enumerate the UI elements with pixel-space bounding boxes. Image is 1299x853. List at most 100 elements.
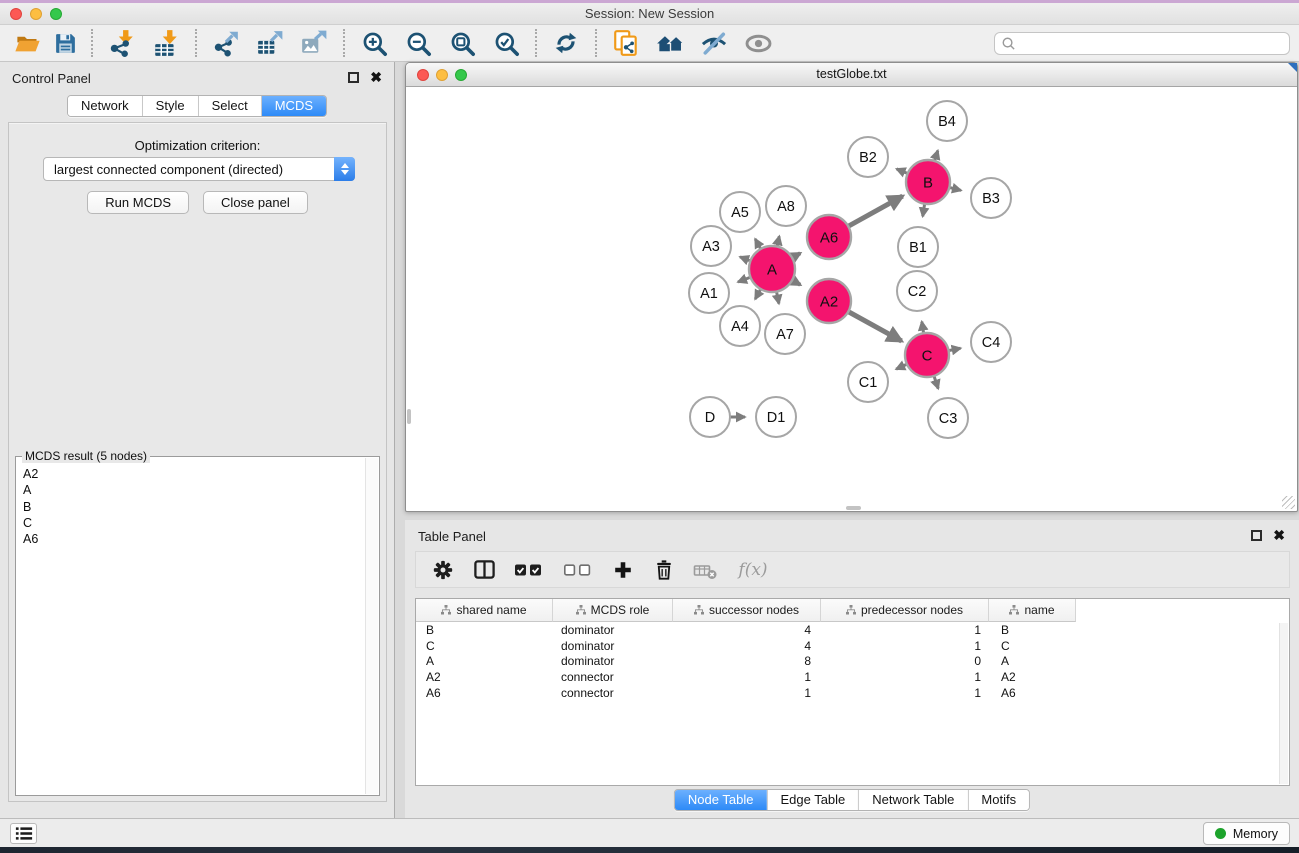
tab-edge-table[interactable]: Edge Table [766, 790, 858, 810]
import-table-button[interactable] [144, 27, 188, 59]
graph-node-A2[interactable]: A2 [807, 279, 851, 323]
graph-node-label: A [767, 261, 777, 278]
tab-network[interactable]: Network [68, 96, 142, 116]
close-panel-button[interactable]: Close panel [203, 191, 308, 214]
deselect-all-checkboxes-button[interactable] [561, 557, 595, 583]
maximize-window-button[interactable] [50, 8, 62, 20]
mcds-result-item[interactable]: B [23, 499, 372, 515]
column-header[interactable]: predecessor nodes [821, 599, 989, 622]
graph-node-A6[interactable]: A6 [807, 215, 851, 259]
tab-network-table[interactable]: Network Table [858, 790, 967, 810]
graph-node-A5[interactable]: A5 [720, 192, 760, 232]
network-close-button[interactable] [417, 69, 429, 81]
vertical-scroll-thumb[interactable] [407, 409, 411, 424]
table-settings-button[interactable] [430, 557, 456, 583]
hide-details-button[interactable] [692, 27, 736, 59]
export-table-icon [256, 29, 284, 57]
search-input[interactable] [1016, 37, 1283, 51]
graph-node-C[interactable]: C [905, 333, 949, 377]
graph-node-A4[interactable]: A4 [720, 306, 760, 346]
criterion-dropdown[interactable]: largest connected component (directed) [43, 157, 355, 181]
graph-node-B4[interactable]: B4 [927, 101, 967, 141]
close-panel-icon[interactable]: ✖ [370, 71, 382, 83]
save-session-button[interactable] [46, 27, 84, 59]
memory-button[interactable]: Memory [1203, 822, 1290, 845]
delete-column-button[interactable] [651, 557, 677, 583]
home-button[interactable] [648, 27, 692, 59]
network-graph[interactable]: B4 B2 B B3 A8A5 A6 A3 B1 A C2 A1 A2 A4A7 C4 C C1 D D1 C3 [406, 87, 1297, 511]
run-mcds-button[interactable]: Run MCDS [87, 191, 189, 214]
table-row[interactable]: A2connector11A2 [416, 669, 1289, 685]
delete-table-button[interactable] [692, 557, 718, 583]
column-type-icon [694, 605, 704, 615]
graph-node-C1[interactable]: C1 [848, 362, 888, 402]
graph-node-D1[interactable]: D1 [756, 397, 796, 437]
export-network-button[interactable] [204, 27, 248, 59]
resize-grip-icon[interactable] [1282, 496, 1295, 509]
table-row[interactable]: Adominator80A [416, 654, 1289, 670]
graph-node-D[interactable]: D [690, 397, 730, 437]
graph-node-B[interactable]: B [906, 160, 950, 204]
table-scrollbar[interactable] [1279, 623, 1288, 784]
open-session-button[interactable] [8, 27, 46, 59]
header-filler [1076, 599, 1289, 622]
clone-network-button[interactable] [604, 27, 648, 59]
toggle-columns-button[interactable] [471, 557, 497, 583]
network-minimize-button[interactable] [436, 69, 448, 81]
horizontal-scroll-thumb[interactable] [846, 506, 861, 510]
tab-select[interactable]: Select [198, 96, 261, 116]
zoom-out-button[interactable] [396, 27, 440, 59]
mcds-result-item[interactable]: A2 [23, 466, 372, 482]
zoom-selected-button[interactable] [484, 27, 528, 59]
tab-node-table[interactable]: Node Table [675, 790, 767, 810]
zoom-fit-button[interactable] [440, 27, 484, 59]
network-canvas[interactable]: B4 B2 B B3 A8A5 A6 A3 B1 A C2 A1 A2 A4A7 C4 C C1 D D1 C3 [406, 87, 1297, 511]
mcds-result-item[interactable]: A [23, 482, 372, 498]
column-header[interactable]: name [989, 599, 1076, 622]
table-row[interactable]: Cdominator41C [416, 638, 1289, 654]
graph-node-A8[interactable]: A8 [766, 186, 806, 226]
table-row[interactable]: A6connector11A6 [416, 685, 1289, 701]
table-row[interactable]: Bdominator41B [416, 622, 1289, 638]
mcds-result-item[interactable]: C [23, 515, 372, 531]
float-table-panel-icon[interactable] [1251, 530, 1262, 541]
refresh-layout-button[interactable] [544, 27, 588, 59]
add-column-button[interactable] [610, 557, 636, 583]
result-scrollbar[interactable] [365, 458, 378, 794]
network-maximize-button[interactable] [455, 69, 467, 81]
table-cell: C [416, 639, 553, 653]
tab-mcds[interactable]: MCDS [261, 96, 326, 116]
search-field[interactable] [994, 32, 1290, 55]
import-network-button[interactable] [100, 27, 144, 59]
show-details-button[interactable] [736, 27, 780, 59]
graph-node-C4[interactable]: C4 [971, 322, 1011, 362]
graph-node-A7[interactable]: A7 [765, 314, 805, 354]
graph-node-B3[interactable]: B3 [971, 178, 1011, 218]
close-table-panel-icon[interactable]: ✖ [1273, 529, 1285, 541]
graph-node-B1[interactable]: B1 [898, 227, 938, 267]
tab-motifs[interactable]: Motifs [967, 790, 1029, 810]
graph-node-A[interactable]: A [749, 246, 795, 292]
column-header[interactable]: successor nodes [673, 599, 821, 622]
graph-node-C3[interactable]: C3 [928, 398, 968, 438]
minimize-window-button[interactable] [30, 8, 42, 20]
graph-node-C2[interactable]: C2 [897, 271, 937, 311]
function-builder-button[interactable]: f(x) [733, 557, 773, 583]
column-header[interactable]: MCDS role [553, 599, 673, 622]
column-header[interactable]: shared name [416, 599, 553, 622]
table-cell: A2 [989, 670, 1076, 684]
close-window-button[interactable] [10, 8, 22, 20]
mcds-result-item[interactable]: A6 [23, 531, 372, 547]
task-history-button[interactable] [10, 823, 37, 844]
float-panel-icon[interactable] [348, 72, 359, 83]
graph-node-A1[interactable]: A1 [689, 273, 729, 313]
export-table-button[interactable] [248, 27, 292, 59]
tab-style[interactable]: Style [142, 96, 198, 116]
network-window-titlebar[interactable]: testGlobe.txt [406, 63, 1297, 87]
select-all-checkboxes-button[interactable] [512, 557, 546, 583]
zoom-in-button[interactable] [352, 27, 396, 59]
graph-node-B2[interactable]: B2 [848, 137, 888, 177]
export-image-icon [300, 29, 328, 57]
graph-node-A3[interactable]: A3 [691, 226, 731, 266]
export-image-button[interactable] [292, 27, 336, 59]
